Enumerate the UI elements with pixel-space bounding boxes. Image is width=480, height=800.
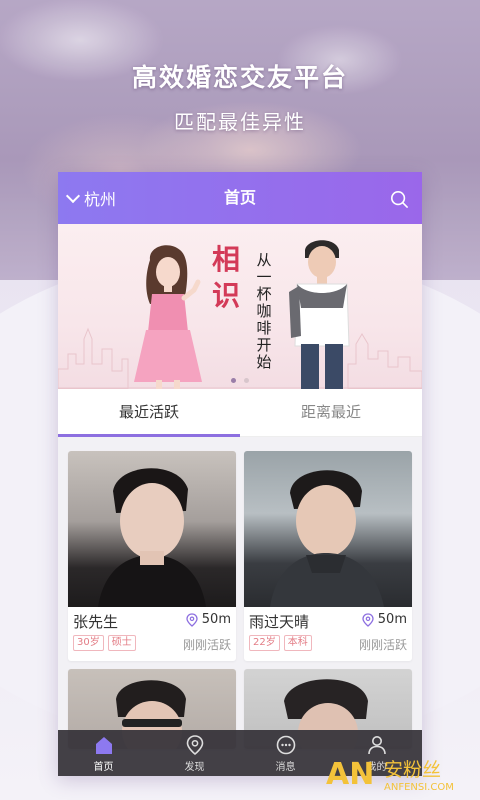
message-icon — [276, 735, 295, 754]
distance-value: 50m — [377, 612, 407, 627]
carousel-indicator — [58, 378, 422, 383]
woman-illustration — [134, 245, 202, 389]
city-skyline-graphic — [58, 327, 422, 389]
education-tag: 本科 — [283, 635, 312, 651]
tagline-char-1: 相 — [211, 243, 240, 276]
home-icon — [95, 736, 112, 754]
user-grid: 张先生 50m 30岁 硕士 刚刚活跃 雨过天晴 50m 22岁 本科 刚刚活跃 — [58, 437, 422, 749]
nav-discover[interactable]: 发现 — [149, 730, 240, 776]
watermark-logo: AN — [326, 757, 374, 792]
carousel-dot-1[interactable] — [231, 378, 236, 383]
tab-nearest[interactable]: 距离最近 — [240, 389, 422, 436]
banner-tagline-main: 相 识 — [208, 242, 244, 314]
banner-tagline-sub: 从一杯咖啡开始 — [256, 251, 272, 371]
active-tab-indicator — [58, 434, 240, 437]
user-card[interactable]: 雨过天晴 50m 22岁 本科 刚刚活跃 — [244, 451, 412, 661]
nav-home[interactable]: 首页 — [58, 730, 149, 776]
watermark-brand: 安粉丝 — [384, 759, 441, 781]
nav-discover-label: 发现 — [184, 761, 205, 773]
tagline-char-2: 识 — [211, 279, 240, 312]
page-title: 首页 — [223, 188, 256, 207]
search-icon[interactable] — [390, 190, 408, 208]
promo-subtitle: 匹配最佳异性 — [174, 110, 306, 134]
user-card[interactable]: 张先生 50m 30岁 硕士 刚刚活跃 — [68, 451, 236, 661]
user-photo — [244, 451, 412, 607]
anfensi-watermark: AN 安粉丝 ANFENSI.COM — [326, 757, 454, 793]
location-pin-icon — [362, 612, 374, 627]
age-tag: 30岁 — [73, 635, 104, 651]
promo-title: 高效婚恋交友平台 — [131, 63, 348, 92]
feed-tabs: 最近活跃 距离最近 — [58, 389, 422, 437]
nav-messages[interactable]: 消息 — [240, 730, 331, 776]
distance-value: 50m — [201, 612, 231, 627]
age-tag: 22岁 — [249, 635, 280, 651]
discover-icon — [186, 734, 203, 755]
nav-messages-label: 消息 — [275, 761, 296, 773]
tab-recently-active[interactable]: 最近活跃 — [58, 389, 240, 436]
user-photo — [68, 451, 236, 607]
watermark-url: ANFENSI.COM — [384, 782, 454, 793]
education-tag: 硕士 — [107, 635, 136, 651]
user-distance: 50m — [362, 612, 407, 627]
profile-icon — [367, 735, 386, 754]
promo-banner[interactable]: 相 识 从一杯咖啡开始 — [58, 224, 422, 389]
nav-home-label: 首页 — [93, 761, 114, 773]
carousel-dot-2[interactable] — [244, 378, 249, 383]
activity-status: 刚刚活跃 — [358, 638, 407, 652]
top-bar: 杭州 首页 — [58, 172, 422, 224]
user-distance: 50m — [186, 612, 231, 627]
activity-status: 刚刚活跃 — [182, 638, 231, 652]
app-screen: 杭州 首页 相 识 从一杯咖啡开始 最近活跃 距离最近 张先生 50m 30岁 … — [58, 172, 422, 776]
location-pin-icon — [186, 612, 198, 627]
man-illustration — [289, 240, 350, 389]
